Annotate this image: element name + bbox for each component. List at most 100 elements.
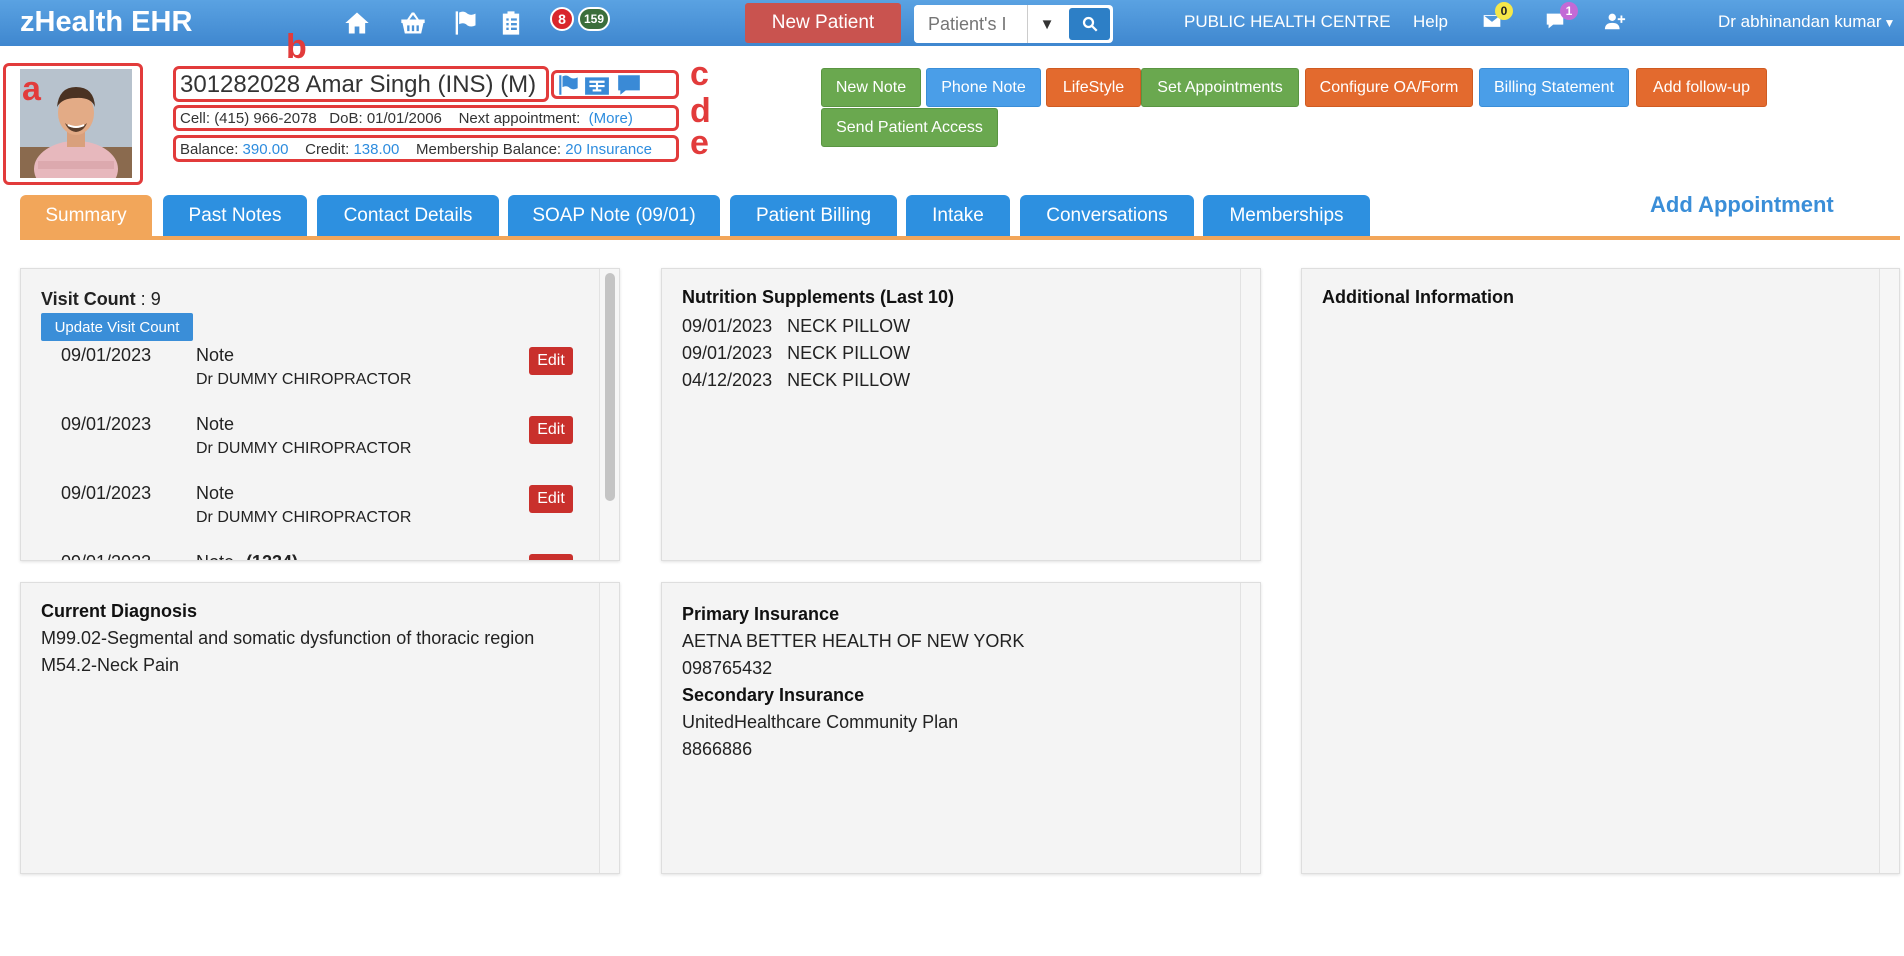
annotation-a: a xyxy=(22,70,41,108)
dob-label: DoB: xyxy=(329,110,363,127)
visit-row: 09/01/2023 Note Dr DUMMY CHIROPRACTOR Ed… xyxy=(61,345,581,405)
clipboard-icon[interactable] xyxy=(494,8,528,38)
visit-date: 09/01/2023 xyxy=(61,552,151,560)
help-link[interactable]: Help xyxy=(1413,12,1448,32)
next-appointment-label: Next appointment: xyxy=(458,110,581,127)
diagnosis-title: Current Diagnosis xyxy=(41,601,198,621)
send-patient-access-button[interactable]: Send Patient Access xyxy=(821,108,998,147)
insurance-panel: Primary Insurance AETNA BETTER HEALTH OF… xyxy=(661,582,1261,874)
additional-information-panel: Additional Information xyxy=(1301,268,1900,874)
tab-past-notes[interactable]: Past Notes xyxy=(163,195,307,237)
search-button[interactable] xyxy=(1069,8,1110,40)
patient-balance-line: Balance: 390.00 Credit: 138.00 Membershi… xyxy=(180,141,652,158)
nutrition-list: 09/01/2023 NECK PILLOW 09/01/2023 NECK P… xyxy=(682,313,910,394)
annotation-c: c xyxy=(690,55,709,93)
home-icon[interactable] xyxy=(340,8,374,38)
visit-scroll-track[interactable] xyxy=(599,269,619,560)
tab-conversations[interactable]: Conversations xyxy=(1020,195,1194,237)
current-diagnosis-panel: Current Diagnosis M99.02-Segmental and s… xyxy=(20,582,620,874)
patient-search-input[interactable] xyxy=(914,5,1027,43)
membership-balance-value[interactable]: 20 xyxy=(565,141,582,158)
patient-contact-line: Cell: (415) 966-2078 DoB: 01/01/2006 Nex… xyxy=(180,110,633,127)
visit-row: 09/01/2023 Note (1234) Edit xyxy=(61,552,581,560)
caret-down-icon: ▼ xyxy=(1883,16,1896,30)
visit-count-panel: Visit Count : 9 Update Visit Count 09/01… xyxy=(20,268,620,561)
mail-icon[interactable]: 0 xyxy=(1475,2,1513,36)
user-menu[interactable]: Dr abhinandan kumar ▼ xyxy=(1718,12,1895,32)
insurance-scroll-track[interactable] xyxy=(1240,583,1260,873)
edit-button[interactable]: Edit xyxy=(529,416,573,444)
basket-icon[interactable] xyxy=(396,8,430,38)
phone-note-button[interactable]: Phone Note xyxy=(926,68,1041,107)
clinic-name[interactable]: PUBLIC HEALTH CENTRE xyxy=(1184,12,1391,32)
visit-count-separator: : xyxy=(135,289,151,309)
annotation-b: b xyxy=(286,28,307,66)
supplement-name: NECK PILLOW xyxy=(787,343,911,363)
supplement-name: NECK PILLOW xyxy=(787,316,911,336)
green-count-badge[interactable]: 159 xyxy=(578,7,611,31)
flag-icon[interactable] xyxy=(448,8,482,38)
edit-button[interactable]: Edit xyxy=(529,485,573,513)
add-appointment-link[interactable]: Add Appointment xyxy=(1650,192,1834,218)
visit-extra: (1234) xyxy=(246,552,298,560)
primary-insurance-name: AETNA BETTER HEALTH OF NEW YORK xyxy=(682,631,1025,651)
nutrition-scroll-track[interactable] xyxy=(1240,269,1260,560)
chat-icon[interactable]: 1 xyxy=(1538,2,1578,36)
comment-icon[interactable] xyxy=(615,72,643,98)
app-title[interactable]: zHealth EHR xyxy=(20,6,192,39)
insurance-details: Primary Insurance AETNA BETTER HEALTH OF… xyxy=(682,601,1024,763)
nutrition-panel: Nutrition Supplements (Last 10) 09/01/20… xyxy=(661,268,1261,561)
secondary-insurance-title: Secondary Insurance xyxy=(682,685,865,705)
tab-underline xyxy=(20,236,1900,240)
tab-patient-billing[interactable]: Patient Billing xyxy=(730,195,897,237)
patient-search: ▼ xyxy=(914,5,1113,43)
add-follow-up-button[interactable]: Add follow-up xyxy=(1636,68,1767,107)
diagnosis-list: M99.02-Segmental and somatic dysfunction… xyxy=(41,625,534,679)
balance-label: Balance: xyxy=(180,141,239,158)
secondary-insurance-id: 8866886 xyxy=(682,739,753,759)
primary-insurance-title: Primary Insurance xyxy=(682,604,840,624)
visit-provider: Dr DUMMY CHIROPRACTOR xyxy=(196,371,412,388)
tab-intake[interactable]: Intake xyxy=(906,195,1010,237)
configure-oa-form-button[interactable]: Configure OA/Form xyxy=(1305,68,1473,107)
user-name: Dr abhinandan kumar xyxy=(1718,12,1882,31)
red-count-badge[interactable]: 8 xyxy=(550,7,574,31)
tab-summary[interactable]: Summary xyxy=(20,195,152,237)
visit-type: Note xyxy=(196,483,235,503)
add-user-icon[interactable] xyxy=(1598,6,1632,36)
chevron-down-icon[interactable]: ▼ xyxy=(1027,5,1066,43)
visit-scrollbar[interactable] xyxy=(605,273,615,501)
visit-type: Note xyxy=(196,414,235,434)
update-visit-count-button[interactable]: Update Visit Count xyxy=(41,313,193,341)
balance-value[interactable]: 390.00 xyxy=(243,141,289,158)
lifestyle-button[interactable]: LifeStyle xyxy=(1046,68,1141,107)
supplement-date: 09/01/2023 xyxy=(682,343,773,363)
set-appointments-button[interactable]: Set Appointments xyxy=(1141,68,1299,107)
flag-icon[interactable] xyxy=(555,72,583,98)
diagnosis-item: M99.02-Segmental and somatic dysfunction… xyxy=(41,628,535,648)
edit-button[interactable]: Edit xyxy=(529,347,573,375)
primary-insurance-id: 098765432 xyxy=(682,658,773,678)
new-patient-button[interactable]: New Patient xyxy=(745,3,901,43)
diagnosis-scroll-track[interactable] xyxy=(599,583,619,873)
visit-row: 09/01/2023 Note Dr DUMMY CHIROPRACTOR Ed… xyxy=(61,414,581,474)
visit-date: 09/01/2023 xyxy=(61,345,152,365)
diagnosis-item: M54.2-Neck Pain xyxy=(41,655,180,675)
billing-statement-button[interactable]: Billing Statement xyxy=(1479,68,1629,107)
additional-scroll-track[interactable] xyxy=(1879,269,1899,873)
tab-soap-note[interactable]: SOAP Note (09/01) xyxy=(508,195,720,237)
visit-type: Note xyxy=(196,345,235,365)
supplement-name: NECK PILLOW xyxy=(787,370,911,390)
visit-date: 09/01/2023 xyxy=(61,483,152,503)
id-card-icon[interactable] xyxy=(583,72,611,98)
credit-label: Credit: xyxy=(305,141,350,158)
credit-value[interactable]: 138.00 xyxy=(353,141,399,158)
patient-name: 301282028 Amar Singh (INS) (M) xyxy=(180,71,537,98)
nutrition-title: Nutrition Supplements (Last 10) xyxy=(682,287,955,307)
more-appointments-link[interactable]: (More) xyxy=(589,110,633,127)
edit-button[interactable]: Edit xyxy=(529,554,573,560)
insurance-link[interactable]: Insurance xyxy=(586,141,652,158)
new-note-button[interactable]: New Note xyxy=(821,68,921,107)
tab-contact-details[interactable]: Contact Details xyxy=(317,195,499,237)
tab-memberships[interactable]: Memberships xyxy=(1203,195,1370,237)
